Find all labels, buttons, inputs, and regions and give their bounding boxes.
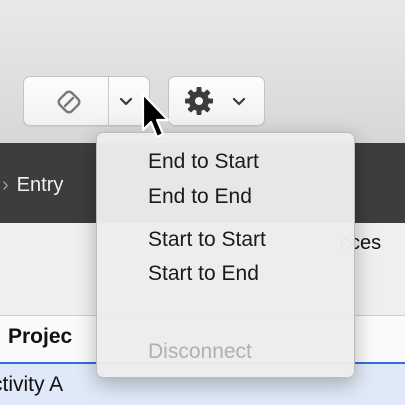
gear-icon bbox=[185, 87, 213, 115]
chevron-right-icon: › bbox=[2, 174, 9, 196]
chevron-down-icon[interactable] bbox=[231, 96, 247, 108]
segment-divider bbox=[108, 77, 109, 125]
tab-entry-label: Entry bbox=[16, 174, 64, 196]
paperclip-link-icon bbox=[57, 90, 81, 114]
menu-item-end-to-end[interactable]: End to End bbox=[148, 184, 252, 210]
chevron-down-icon[interactable] bbox=[118, 96, 134, 108]
menu-item-start-to-end[interactable]: Start to End bbox=[148, 261, 259, 287]
settings-button[interactable] bbox=[168, 76, 265, 126]
link-dependency-button[interactable] bbox=[23, 76, 150, 126]
link-type-menu: End to Start End to End Start to Start S… bbox=[96, 132, 355, 378]
menu-item-disconnect: Disconnect bbox=[148, 340, 252, 363]
mouse-pointer-icon bbox=[141, 92, 170, 139]
project-column-header[interactable]: Projec bbox=[8, 325, 72, 349]
activity-name-cell[interactable]: ctivity A bbox=[0, 373, 63, 397]
menu-item-end-to-start[interactable]: End to Start bbox=[148, 149, 259, 175]
tab-entry[interactable]: › Entry bbox=[0, 170, 63, 200]
menu-item-start-to-start[interactable]: Start to Start bbox=[148, 227, 266, 253]
